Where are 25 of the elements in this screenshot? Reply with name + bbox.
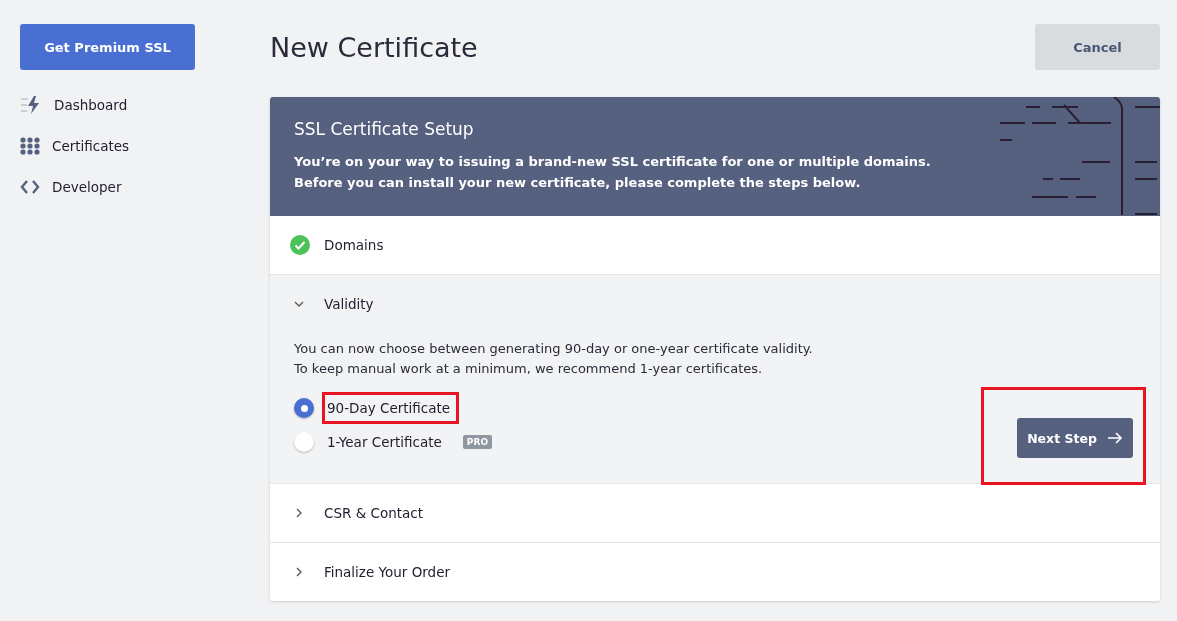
next-step-button[interactable]: Next Step xyxy=(1017,418,1133,458)
setup-description: You’re on your way to issuing a brand-new SSL certificate for one or multiple domains. xyxy=(294,153,931,171)
step-header[interactable]: Validity xyxy=(270,275,1160,333)
step-header[interactable]: Domains xyxy=(270,216,1160,274)
code-icon xyxy=(20,178,40,195)
setup-title: SSL Certificate Setup xyxy=(294,119,475,139)
pro-badge: PRO xyxy=(462,435,493,449)
grid-icon xyxy=(20,136,40,155)
radio-button[interactable] xyxy=(294,432,314,452)
option-label: 90-Day Certificate xyxy=(322,392,460,424)
radio-button[interactable] xyxy=(294,398,314,418)
step-header[interactable]: CSR & Contact xyxy=(270,484,1160,542)
option-label: 1-Year Certificate xyxy=(326,433,443,452)
page-title: New Certificate xyxy=(270,31,478,63)
setup-description: Before you can install your new certificate, please complete the steps below. xyxy=(294,174,862,192)
sidebar-item[interactable]: Certificates xyxy=(20,135,270,156)
sidebar-item[interactable]: Dashboard xyxy=(20,94,270,115)
arrow-right-icon xyxy=(1106,432,1123,444)
validity-text: You can now choose between generating 90-day or one-year certificate validity. xyxy=(294,340,813,358)
step-header[interactable]: Finalize Your Order xyxy=(270,543,1160,601)
premium-button[interactable]: Get Premium SSL xyxy=(20,24,195,70)
cancel-button[interactable]: Cancel xyxy=(1035,24,1160,70)
bolt-icon xyxy=(20,94,42,115)
sidebar-item[interactable]: Developer xyxy=(20,176,270,197)
validity-text: To keep manual work at a minimum, we recommend 1-year certificates. xyxy=(294,360,764,378)
